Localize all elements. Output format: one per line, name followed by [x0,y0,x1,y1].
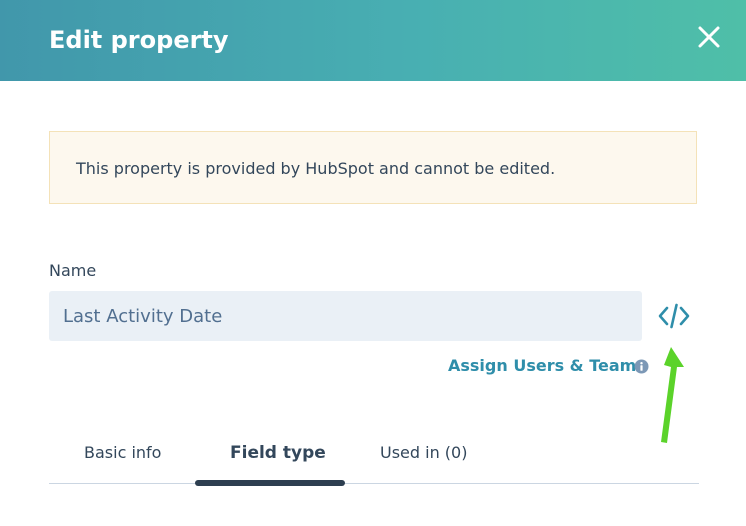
tab-used-in[interactable]: Used in (0) [380,442,467,464]
close-button[interactable] [693,21,725,53]
modal-header: Edit property [0,0,746,81]
code-icon [658,303,690,329]
name-input[interactable] [49,291,642,341]
property-tabs: Basic info Field type Used in (0) [49,430,699,486]
modal-title: Edit property [49,26,229,54]
tab-field-type[interactable]: Field type [230,442,326,464]
tab-basic-info[interactable]: Basic info [84,442,161,464]
notice-text: This property is provided by HubSpot and… [76,159,556,178]
active-tab-indicator [195,480,345,486]
tabs-divider [49,483,699,484]
name-label: Name [49,261,97,280]
assign-users-teams-link[interactable]: Assign Users & Teams [448,354,646,378]
close-icon [698,26,720,48]
notice-banner: This property is provided by HubSpot and… [49,131,697,204]
internal-name-button[interactable] [656,301,692,331]
info-icon[interactable] [634,359,649,374]
